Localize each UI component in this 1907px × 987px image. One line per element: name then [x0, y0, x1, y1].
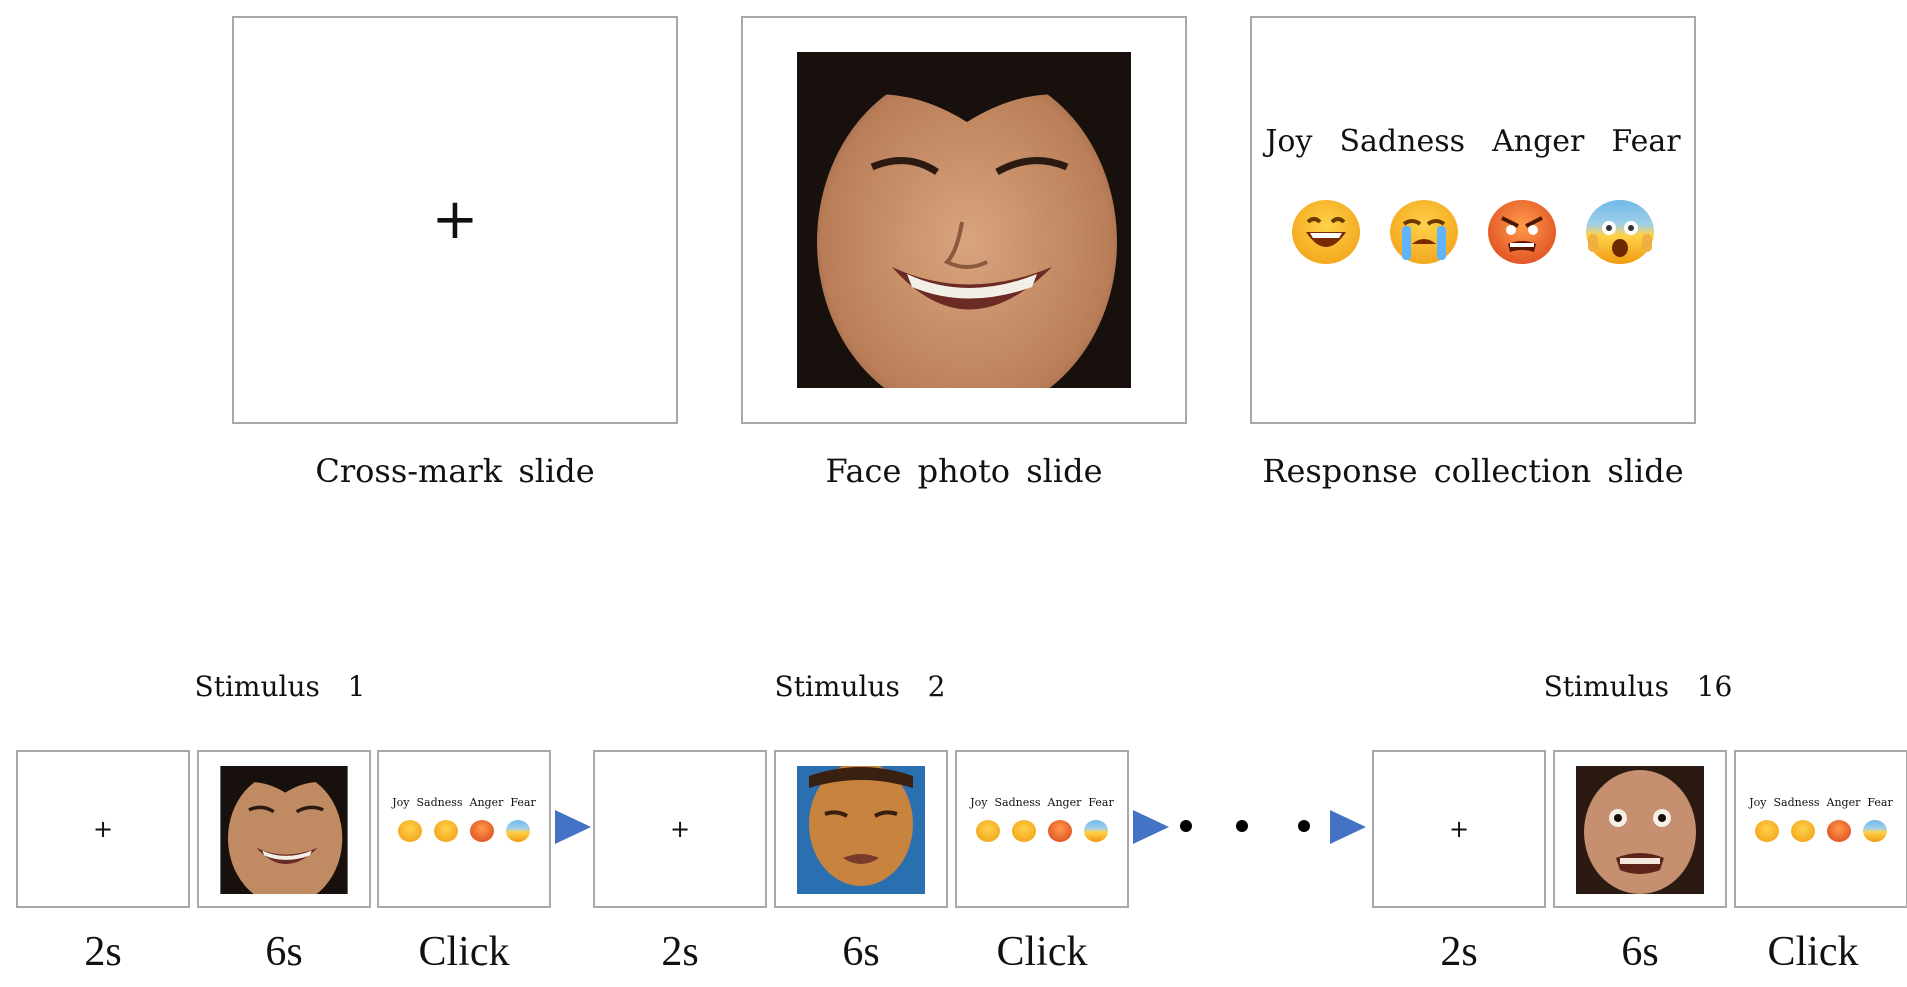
ellipsis-dot: [1236, 820, 1248, 832]
grinning-face-icon[interactable]: [1292, 200, 1360, 264]
grinning-face-icon[interactable]: [1755, 820, 1779, 842]
face-photo-slide: [741, 16, 1187, 424]
stimulus-1-face-duration: 6s: [265, 929, 303, 975]
fearful-face-icon[interactable]: [1863, 820, 1887, 842]
stimulus-1-response-slide: Joy Sadness Anger Fear: [377, 750, 551, 908]
next-arrow-icon: [1330, 810, 1366, 844]
cross-mark: +: [431, 187, 479, 252]
fearful-face-photo: [1576, 766, 1704, 894]
emotion-emoji-row: [1736, 820, 1906, 842]
emotion-labels: Joy Sadness Anger Fear: [970, 796, 1114, 809]
stimulus-16-response-slide: Joy Sadness Anger Fear: [1734, 750, 1907, 908]
grinning-face-icon[interactable]: [398, 820, 422, 842]
stimulus-1-label: Stimulus 1: [194, 670, 366, 703]
stimulus-16-label: Stimulus 16: [1543, 670, 1733, 703]
emotion-emoji-row: [957, 820, 1127, 842]
angry-face-icon[interactable]: [1048, 820, 1072, 842]
emotion-labels: Joy Sadness Anger Fear: [1265, 124, 1681, 159]
stimulus-16-response-action: Click: [1767, 929, 1859, 975]
cross-mark: +: [1448, 815, 1470, 843]
angry-face-icon[interactable]: [1827, 820, 1851, 842]
ellipsis-dot: [1298, 820, 1310, 832]
sad-face-photo: [797, 766, 925, 894]
fearful-face-icon[interactable]: [1084, 820, 1108, 842]
stimulus-2-cross-duration: 2s: [661, 929, 699, 975]
response-collection-slide-caption: Response collection slide: [1262, 452, 1684, 490]
stimulus-2-response-action: Click: [996, 929, 1088, 975]
smiling-face-photo: [220, 766, 348, 894]
ellipsis-dot: [1180, 820, 1192, 832]
stimulus-16-face-duration: 6s: [1621, 929, 1659, 975]
stimulus-2-face-duration: 6s: [842, 929, 880, 975]
stimulus-16-cross-slide: +: [1372, 750, 1546, 908]
crying-face-icon[interactable]: [1390, 200, 1458, 264]
face-photo-slide-caption: Face photo slide: [825, 452, 1103, 490]
stimulus-1-cross-slide: +: [16, 750, 190, 908]
stimulus-16-face-slide: [1553, 750, 1727, 908]
stimulus-2-cross-slide: +: [593, 750, 767, 908]
cross-mark-slide: +: [232, 16, 678, 424]
cross-mark-slide-caption: Cross-mark slide: [315, 452, 595, 490]
cross-mark: +: [669, 815, 691, 843]
stimulus-2-face-slide: [774, 750, 948, 908]
stimulus-1-cross-duration: 2s: [84, 929, 122, 975]
emotion-emoji-row: [379, 820, 549, 842]
fearful-face-icon[interactable]: [1586, 200, 1654, 264]
crying-face-icon[interactable]: [434, 820, 458, 842]
angry-face-icon[interactable]: [470, 820, 494, 842]
smiling-face-photo: [797, 52, 1131, 388]
response-collection-slide: Joy Sadness Anger Fear: [1250, 16, 1696, 424]
crying-face-icon[interactable]: [1791, 820, 1815, 842]
cross-mark: +: [92, 815, 114, 843]
emotion-labels: Joy Sadness Anger Fear: [392, 796, 536, 809]
fearful-face-icon[interactable]: [506, 820, 530, 842]
stimulus-2-label: Stimulus 2: [774, 670, 946, 703]
crying-face-icon[interactable]: [1012, 820, 1036, 842]
stimulus-1-face-slide: [197, 750, 371, 908]
grinning-face-icon[interactable]: [976, 820, 1000, 842]
stimulus-2-response-slide: Joy Sadness Anger Fear: [955, 750, 1129, 908]
next-arrow-icon: [1133, 810, 1169, 844]
next-arrow-icon: [555, 810, 591, 844]
stimulus-1-response-action: Click: [418, 929, 510, 975]
emotion-labels: Joy Sadness Anger Fear: [1749, 796, 1893, 809]
angry-face-icon[interactable]: [1488, 200, 1556, 264]
stimulus-16-cross-duration: 2s: [1440, 929, 1478, 975]
emotion-emoji-row: [1252, 200, 1694, 264]
